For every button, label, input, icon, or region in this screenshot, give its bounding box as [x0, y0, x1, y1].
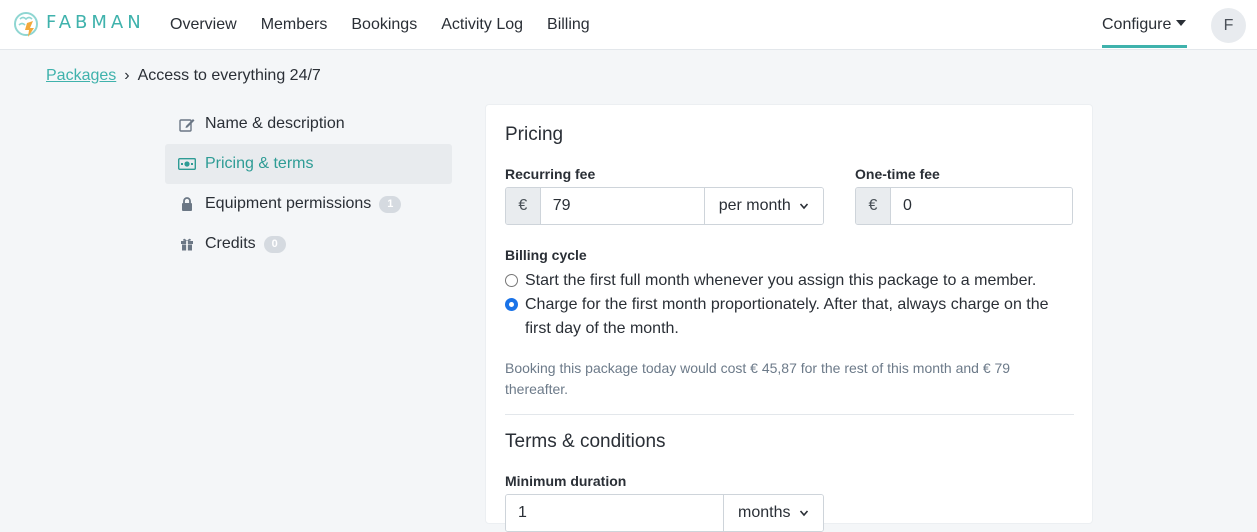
nav-billing[interactable]: Billing [547, 0, 590, 50]
chevron-down-icon [799, 510, 809, 517]
breadcrumb: Packages › Access to everything 24/7 [46, 67, 321, 85]
sidebar-item-equipment-permissions[interactable]: Equipment permissions 1 [165, 184, 452, 224]
sidebar-item-pricing-terms[interactable]: Pricing & terms [165, 144, 452, 184]
minimum-duration-group: months [505, 494, 824, 532]
brand-name: FABMAN [46, 11, 145, 33]
recurring-fee-label: Recurring fee [505, 166, 596, 182]
nav-bookings[interactable]: Bookings [351, 0, 417, 50]
brain-logo-icon [14, 12, 38, 37]
caret-down-icon [1176, 20, 1187, 26]
user-avatar[interactable]: F [1211, 8, 1246, 43]
section-divider [505, 414, 1074, 415]
main-nav: Overview Members Bookings Activity Log B… [170, 0, 614, 50]
currency-addon: € [506, 188, 541, 224]
price-preview-hint: Booking this package today would cost € … [505, 358, 1010, 400]
package-sidebar: Name & description Pricing & terms Equip… [165, 104, 452, 264]
minimum-duration-label: Minimum duration [505, 473, 627, 489]
billing-option-full-month[interactable]: Start the first full month whenever you … [505, 269, 1036, 293]
duration-unit-value: months [738, 504, 791, 521]
sidebar-item-label: Equipment permissions [205, 195, 372, 212]
terms-heading: Terms & conditions [505, 431, 666, 452]
breadcrumb-separator: › [124, 67, 130, 84]
billing-option-text-line2: first day of the month. [525, 320, 679, 337]
one-time-fee-group: € [855, 187, 1073, 225]
billing-option-text-line1: Charge for the first month proportionate… [525, 296, 1049, 313]
one-time-fee-label: One-time fee [855, 166, 940, 182]
configure-label: Configure [1102, 16, 1172, 33]
billing-option-label: Start the first full month whenever you … [525, 272, 1037, 289]
hint-line1: Booking this package today would cost € … [505, 360, 1011, 376]
edit-icon [178, 116, 196, 132]
lock-icon [178, 196, 196, 212]
count-badge: 0 [263, 235, 286, 253]
chevron-down-icon [799, 203, 809, 210]
recurring-fee-group: € per month [505, 187, 824, 225]
nav-overview[interactable]: Overview [170, 0, 237, 50]
breadcrumb-current: Access to everything 24/7 [137, 67, 321, 84]
sidebar-item-name-description[interactable]: Name & description [165, 104, 452, 144]
breadcrumb-packages-link[interactable]: Packages [46, 67, 116, 84]
hint-line2: thereafter. [505, 381, 569, 397]
billing-cycle-label: Billing cycle [505, 247, 587, 263]
nav-activity-log[interactable]: Activity Log [441, 0, 523, 50]
pricing-heading: Pricing [505, 124, 564, 145]
gift-icon [178, 236, 196, 252]
minimum-duration-input[interactable] [506, 495, 723, 531]
radio-button[interactable] [505, 274, 518, 287]
recurring-period-value: per month [718, 197, 791, 214]
top-navbar: FABMAN Overview Members Bookings Activit… [0, 0, 1257, 50]
sidebar-item-label: Name & description [205, 115, 345, 132]
pricing-terms-card: Pricing Recurring fee € per month One-ti… [485, 104, 1093, 532]
fabman-logo[interactable]: FABMAN [13, 7, 145, 43]
count-badge: 1 [379, 195, 402, 213]
sidebar-item-label: Pricing & terms [205, 155, 314, 172]
currency-addon: € [856, 188, 891, 224]
active-nav-indicator [1102, 45, 1187, 48]
billing-option-proportional[interactable]: Charge for the first month proportionate… [505, 293, 1049, 341]
sidebar-item-label: Credits [205, 235, 256, 252]
one-time-fee-input[interactable] [891, 188, 1072, 224]
billing-option-label: Charge for the first month proportionate… [525, 293, 1049, 341]
nav-members[interactable]: Members [261, 0, 328, 50]
radio-button-checked[interactable] [505, 298, 518, 311]
configure-menu[interactable]: Configure [1102, 0, 1187, 50]
recurring-fee-input[interactable] [540, 188, 704, 224]
recurring-period-select[interactable]: per month [703, 188, 823, 224]
money-icon [178, 156, 196, 172]
duration-unit-select[interactable]: months [723, 495, 823, 531]
sidebar-item-credits[interactable]: Credits 0 [165, 224, 452, 264]
